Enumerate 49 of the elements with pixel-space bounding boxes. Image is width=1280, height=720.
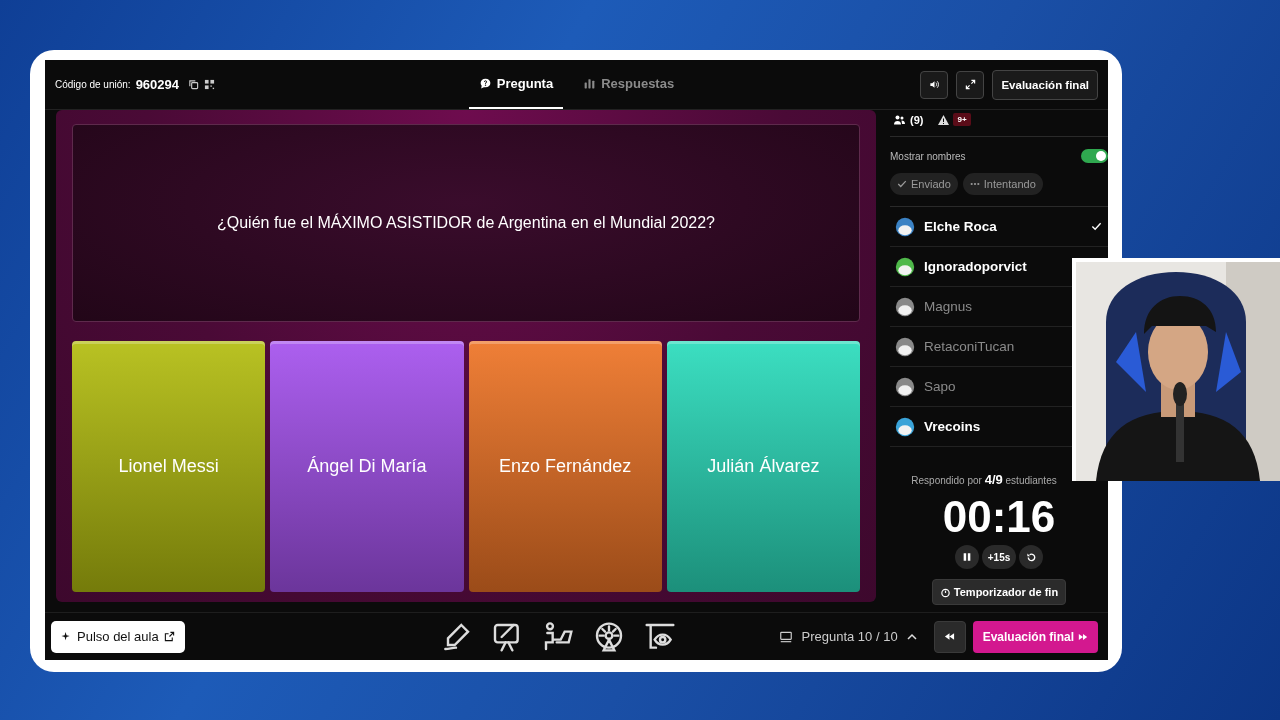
student-name: Vrecoins (924, 419, 982, 434)
student-name: Sapo (924, 379, 957, 394)
question-counter: Pregunta 10 / 10 (801, 629, 898, 644)
add-time-button[interactable]: +15s (981, 545, 1017, 569)
classroom-pulse-button[interactable]: Pulso del aula (51, 620, 185, 653)
toggle-switch[interactable] (1081, 149, 1108, 163)
alert-badge: 9+ (953, 113, 971, 126)
fast-forward-icon (1078, 631, 1088, 642)
show-names-label: Mostrar nombres (890, 150, 966, 162)
speaker-icon (928, 79, 940, 90)
monitor-icon (777, 629, 794, 644)
filter-chip[interactable]: Intentando (962, 173, 1043, 195)
external-link-icon (163, 631, 175, 642)
final-evaluation-button[interactable]: Evaluación final (972, 620, 1098, 653)
final-evaluation-button[interactable]: Evaluación final (992, 69, 1098, 100)
chat-bubble-icon (478, 77, 492, 90)
people-icon (892, 113, 907, 126)
timer: 00:16 (941, 495, 1057, 539)
filter-chip[interactable]: Enviado (890, 173, 958, 195)
fullscreen-button[interactable] (956, 70, 985, 99)
participant-count: (9) (910, 113, 924, 126)
join-code: 960294 (135, 77, 179, 92)
qr-code-icon[interactable] (204, 79, 215, 90)
end-timer-button[interactable]: Temporizador de fin (931, 579, 1067, 605)
reset-button[interactable] (1019, 545, 1044, 569)
tab[interactable]: Respuestas (573, 60, 685, 109)
responded-count-text: Respondido por 4/9 estudiantes (910, 472, 1058, 487)
warning-icon (937, 113, 951, 126)
rewind-icon (944, 631, 956, 642)
answer-card: Enzo Fernández (468, 341, 662, 592)
student-name: Magnus (924, 299, 974, 314)
join-code-label: Código de unión: (55, 79, 131, 90)
student-name: Elche Roca (924, 219, 998, 234)
student-name: Ignoradoporvict (924, 259, 1028, 274)
check-icon (897, 179, 907, 189)
student-name: RetaconiTucan (924, 339, 1016, 354)
timer-icon (939, 586, 951, 598)
sound-button[interactable] (920, 70, 949, 99)
answer-card: Lionel Messi (72, 341, 266, 592)
reset-icon (1025, 551, 1037, 563)
bar-chart-icon (583, 77, 597, 90)
question-text: ¿Quién fue el MÁXIMO ASISTIDOR de Argentina en el Mundial 2022? (72, 124, 860, 322)
copy-icon[interactable] (188, 79, 199, 90)
expand-icon (964, 79, 976, 90)
answer-card: Ángel Di María (270, 341, 464, 592)
rewind-button[interactable] (933, 620, 966, 653)
answer-card: Julián Álvarez (666, 341, 860, 592)
pause-icon (961, 552, 972, 562)
pause-button[interactable] (954, 545, 979, 569)
